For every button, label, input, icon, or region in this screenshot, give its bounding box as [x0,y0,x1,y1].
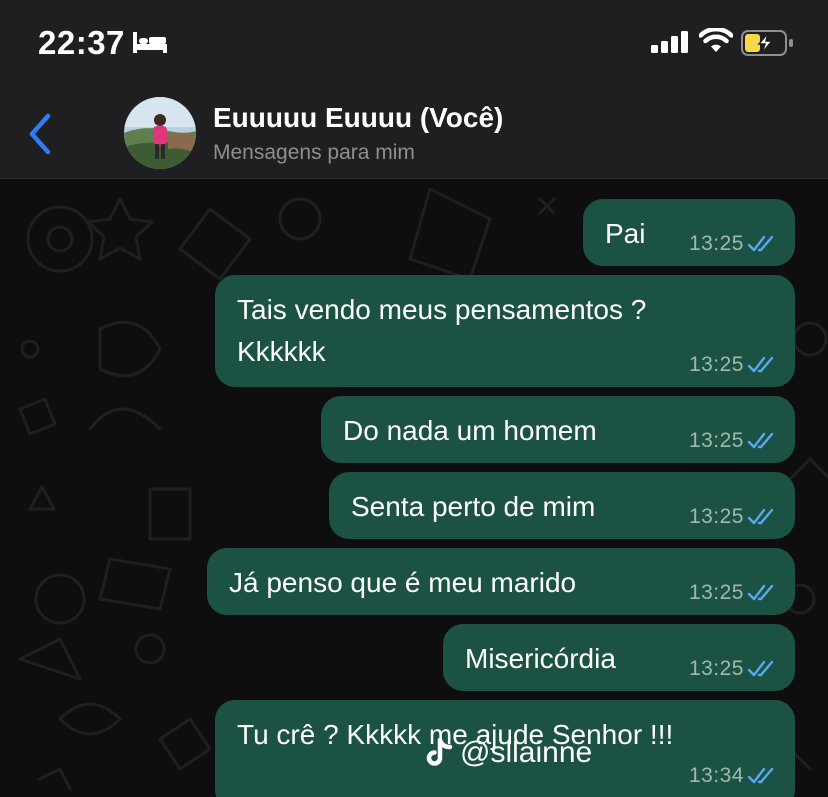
message-meta: 13:34 [689,764,777,788]
double-check-read-icon [747,235,774,252]
double-check-read-icon [747,508,774,525]
outgoing-message[interactable]: Misericórdia 13:25 [443,624,795,691]
outgoing-message[interactable]: Pai 13:25 [583,199,795,266]
chat-header: Euuuuu Euuuu (Você) Mensagens para mim [0,86,828,179]
status-time: 22:37 [38,24,125,61]
message-meta: 13:25 [689,505,777,529]
double-check-read-icon [747,432,774,449]
bed-icon [133,32,167,53]
chat-screen: 22:37 Euuuuu Euuuu (Você) Mensagens para… [0,0,828,797]
message-meta: 13:25 [689,232,777,256]
wifi-icon [699,28,733,52]
message-text: Misericórdia [465,643,616,674]
outgoing-message[interactable]: Do nada um homem 13:25 [321,396,795,463]
outgoing-message[interactable]: Tu crê ? Kkkkk me ajude Senhor !!! @slla… [215,700,795,797]
double-check-read-icon [747,584,774,601]
outgoing-message[interactable]: Já penso que é meu marido 13:25 [207,548,795,615]
battery-charging-icon [741,30,793,56]
message-text: Já penso que é meu marido [229,567,577,598]
tiktok-watermark: @sllainne [426,736,592,770]
double-check-read-icon [747,660,774,677]
message-time: 13:34 [688,764,744,787]
status-bar: 22:37 [0,0,828,86]
outgoing-message[interactable]: Senta perto de mim 13:25 [329,472,795,539]
message-text: Senta perto de mim [351,491,596,522]
back-chevron-icon[interactable] [24,112,56,156]
tiktok-icon [426,738,453,766]
contact-name[interactable]: Euuuuu Euuuu (Você) [213,102,503,134]
contact-subtitle: Mensagens para mim [213,141,415,164]
message-text: Tais vendo meus pensamentos ? Kkkkkk [237,294,647,367]
message-meta: 13:25 [689,429,777,453]
double-check-read-icon [747,356,774,373]
watermark-handle: @sllainne [460,736,593,769]
message-time: 13:25 [688,657,744,680]
avatar-photo [124,97,196,169]
message-time: 13:25 [688,353,744,376]
signal-icon [651,31,688,53]
outgoing-message[interactable]: Tais vendo meus pensamentos ? Kkkkkk 13:… [215,275,795,387]
message-time: 13:25 [688,581,744,604]
message-time: 13:25 [688,505,744,528]
chat-area[interactable]: Pai 13:25 Tais vendo meus pensamentos ? … [0,179,828,797]
message-time: 13:25 [688,232,744,255]
message-meta: 13:25 [689,353,777,377]
message-meta: 13:25 [689,657,777,681]
message-text: Do nada um homem [343,415,597,446]
double-check-read-icon [747,767,774,784]
message-text: Pai [605,218,646,249]
message-meta: 13:25 [689,581,777,605]
avatar[interactable] [124,97,196,169]
message-time: 13:25 [688,429,744,452]
